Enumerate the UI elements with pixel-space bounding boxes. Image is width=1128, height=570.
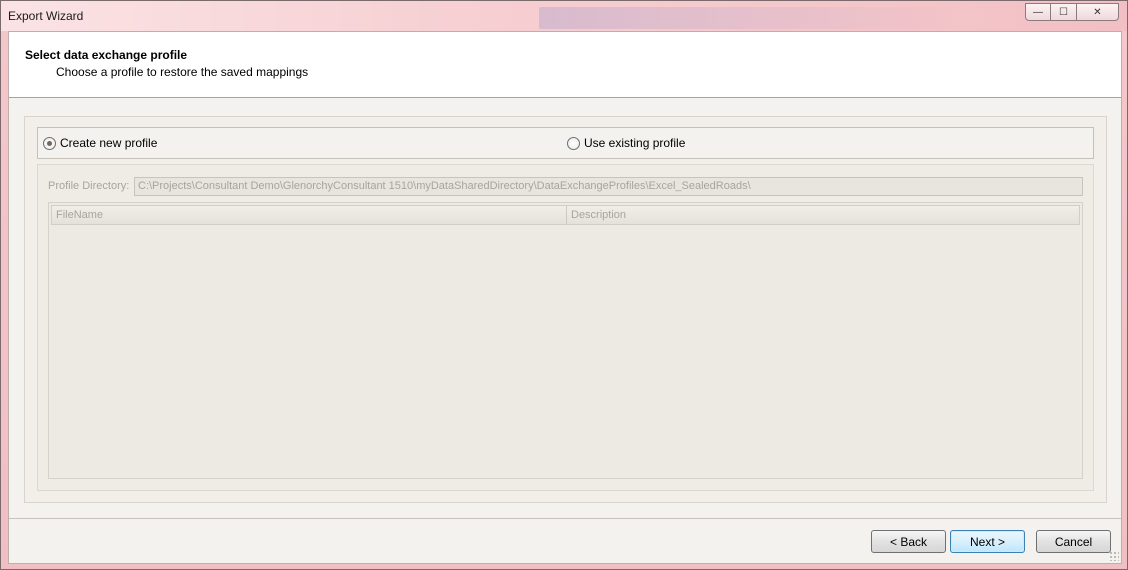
- cancel-button[interactable]: Cancel: [1036, 530, 1111, 553]
- caption-buttons: — ☐ ✕: [1025, 3, 1119, 23]
- minimize-button[interactable]: —: [1025, 3, 1051, 21]
- create-new-profile-radio[interactable]: Create new profile: [43, 136, 157, 150]
- resize-grip-icon[interactable]: [1109, 551, 1119, 561]
- radio-dot-icon: [47, 140, 52, 146]
- radio-checked-icon: [43, 136, 56, 150]
- grid-header: FileName Description: [51, 205, 1080, 225]
- create-new-profile-label: Create new profile: [60, 136, 158, 150]
- footer-divider: [9, 518, 1121, 519]
- minimize-icon: —: [1033, 6, 1043, 18]
- profile-panel: Create new profile Use existing profile …: [24, 116, 1107, 503]
- maximize-icon: ☐: [1059, 6, 1068, 18]
- page-title: Select data exchange profile: [25, 48, 188, 62]
- profile-directory-label: Profile Directory:: [48, 180, 130, 192]
- background-window-ghost: [539, 7, 959, 29]
- next-button[interactable]: Next >: [950, 530, 1025, 553]
- wizard-header: Select data exchange profile Choose a pr…: [9, 32, 1121, 98]
- use-existing-profile-label: Use existing profile: [584, 136, 686, 150]
- use-existing-profile-radio[interactable]: Use existing profile: [567, 136, 685, 150]
- profile-directory-field[interactable]: C:\Projects\Consultant Demo\GlenorchyCon…: [134, 177, 1083, 196]
- column-header-description[interactable]: Description: [567, 206, 1079, 224]
- export-wizard-window: Export Wizard — ☐ ✕ Select data exchange…: [0, 0, 1128, 570]
- profile-mode-group: Create new profile Use existing profile: [37, 127, 1094, 159]
- profile-file-grid[interactable]: FileName Description: [48, 202, 1083, 479]
- page-subtitle: Choose a profile to restore the saved ma…: [56, 65, 309, 79]
- existing-profile-group: Profile Directory: C:\Projects\Consultan…: [37, 164, 1094, 491]
- column-header-filename[interactable]: FileName: [52, 206, 567, 224]
- title-bar[interactable]: Export Wizard — ☐ ✕: [1, 1, 1127, 31]
- wizard-client-area: Select data exchange profile Choose a pr…: [8, 31, 1122, 564]
- close-icon: ✕: [1093, 6, 1102, 18]
- back-button[interactable]: < Back: [871, 530, 946, 553]
- maximize-button[interactable]: ☐: [1051, 3, 1077, 21]
- close-button[interactable]: ✕: [1077, 3, 1119, 21]
- radio-unchecked-icon: [567, 136, 580, 150]
- window-title: Export Wizard: [8, 9, 84, 23]
